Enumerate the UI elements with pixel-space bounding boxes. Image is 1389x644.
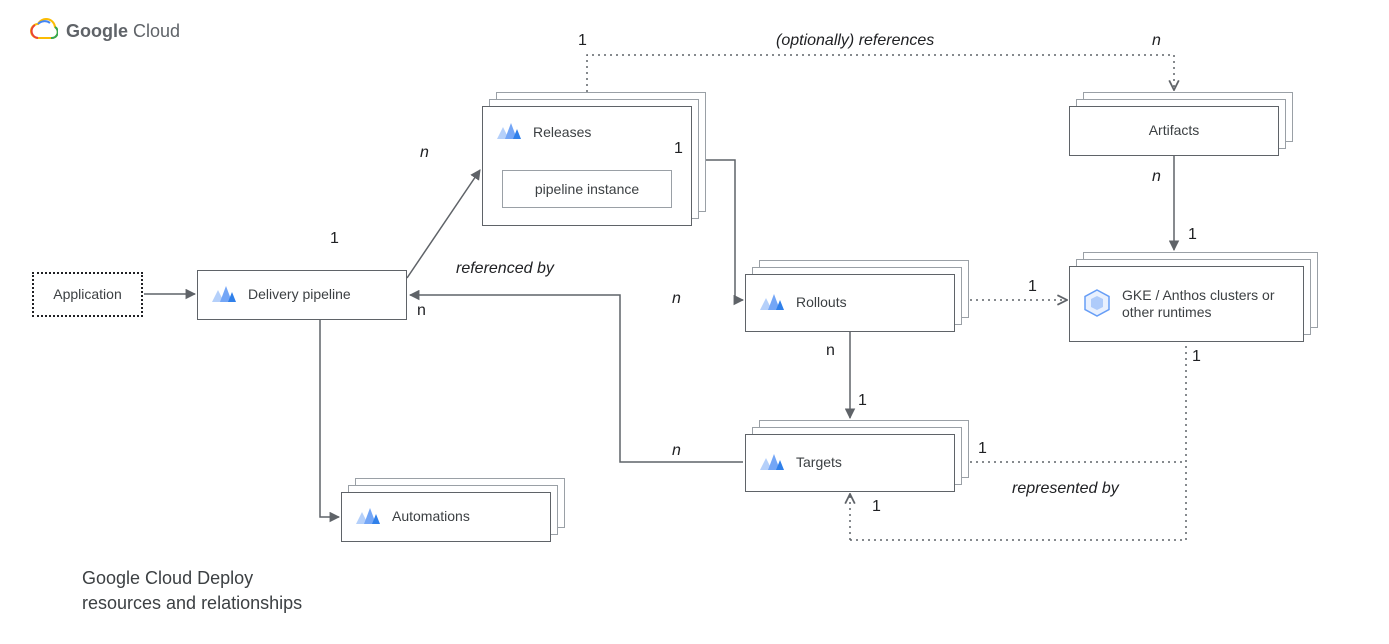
node-rollouts: Rollouts — [745, 274, 955, 332]
card-1-gke-bottom: 1 — [1192, 348, 1201, 366]
node-pipeline-instance-label: pipeline instance — [535, 181, 639, 197]
node-automations-label: Automations — [392, 508, 470, 526]
node-releases: Releases — [482, 106, 692, 226]
card-1-releases-top: 1 — [578, 32, 587, 50]
card-1-releases-right: 1 — [674, 140, 683, 158]
card-1-pipeline: 1 — [330, 230, 339, 248]
card-1-gke-left: 1 — [1028, 278, 1037, 296]
diagram-canvas: Google Cloud Application Delivery pipeli… — [0, 0, 1389, 644]
cloud-deploy-icon — [495, 119, 523, 146]
card-n-releases-rollouts: n — [672, 290, 681, 308]
diagram-caption: Google Cloud Deploy resources and relati… — [82, 566, 302, 616]
cloud-deploy-icon — [210, 282, 238, 309]
card-n-pipeline-targets: n — [672, 442, 681, 460]
card-n-pipeline-releases: n — [420, 144, 429, 162]
node-pipeline-instance: pipeline instance — [502, 170, 672, 208]
label-referenced-by: referenced by — [456, 260, 554, 278]
cloud-deploy-icon — [758, 450, 786, 477]
label-represented-by: represented by — [1012, 480, 1119, 498]
cloud-deploy-icon — [354, 504, 382, 531]
caption-line1: Google Cloud Deploy — [82, 566, 302, 591]
label-optionally-references: (optionally) references — [776, 32, 934, 50]
google-cloud-icon — [30, 18, 58, 45]
brand-text: Google Cloud — [66, 21, 180, 42]
gke-icon — [1082, 288, 1112, 321]
node-artifacts-label: Artifacts — [1149, 122, 1200, 140]
card-1-targets-below: 1 — [872, 498, 881, 516]
caption-line2: resources and relationships — [82, 591, 302, 616]
card-1-rollouts-targets: 1 — [858, 392, 867, 410]
card-n-artifacts-bottom: n — [1152, 168, 1161, 186]
node-delivery-pipeline: Delivery pipeline — [197, 270, 407, 320]
node-application-label: Application — [53, 286, 122, 304]
node-gke-anthos-label: GKE / Anthos clusters or other runtimes — [1122, 287, 1291, 322]
node-artifacts: Artifacts — [1069, 106, 1279, 156]
card-n-referenced-by: n — [417, 302, 426, 320]
node-targets: Targets — [745, 434, 955, 492]
brand-google-cloud: Google Cloud — [30, 18, 180, 45]
card-1-gke-top: 1 — [1188, 226, 1197, 244]
card-n-artifacts-top: n — [1152, 32, 1161, 50]
node-targets-label: Targets — [796, 454, 842, 472]
node-releases-label: Releases — [533, 124, 591, 142]
cloud-deploy-icon — [758, 290, 786, 317]
card-n-rollouts: n — [826, 342, 835, 360]
node-delivery-pipeline-label: Delivery pipeline — [248, 286, 351, 304]
card-1-targets-right: 1 — [978, 440, 987, 458]
node-rollouts-label: Rollouts — [796, 294, 847, 312]
node-gke-anthos: GKE / Anthos clusters or other runtimes — [1069, 266, 1304, 342]
node-application: Application — [32, 272, 143, 317]
node-automations: Automations — [341, 492, 551, 542]
